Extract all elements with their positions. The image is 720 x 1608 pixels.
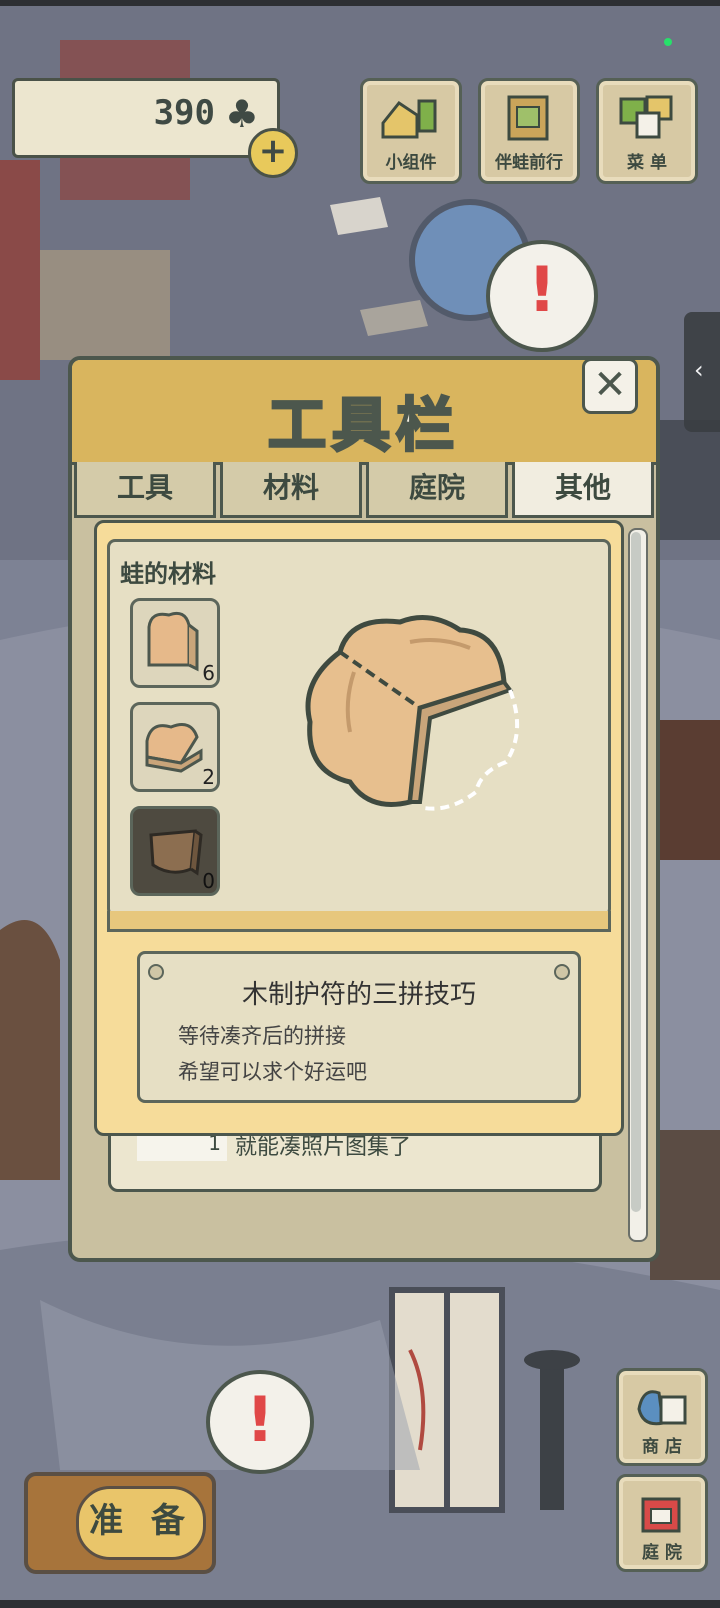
coin-amount: 390 xyxy=(153,93,215,133)
toolbar-panel: 工具栏 ✕ 工具 材料 庭院 其他 1 就能凑照片图集了 蛙的材料 6 2 0 … xyxy=(68,356,660,1262)
slot-count: 2 xyxy=(202,765,215,789)
menu-label: 菜 单 xyxy=(627,153,667,173)
shop-button[interactable]: 商 店 xyxy=(616,1368,708,1466)
alert-icon: ! xyxy=(527,253,557,326)
description-line: 希望可以求个好运吧 xyxy=(178,1060,367,1084)
panel-header: 工具栏 ✕ xyxy=(72,358,656,465)
widget-icon xyxy=(381,99,437,139)
tab-tools[interactable]: 工具 xyxy=(74,462,216,518)
tab-yard[interactable]: 庭院 xyxy=(366,462,508,518)
tab-bar: 工具 材料 庭院 其他 xyxy=(72,462,656,518)
panel-title: 工具栏 xyxy=(266,390,460,461)
yard-button[interactable]: 庭 院 xyxy=(616,1474,708,1572)
add-coins-button[interactable]: + xyxy=(248,128,298,178)
charm-piece-icon xyxy=(149,829,203,876)
shop-label: 商 店 xyxy=(642,1437,682,1457)
slot-count: 6 xyxy=(202,661,215,685)
close-button[interactable]: ✕ xyxy=(582,358,638,414)
divider xyxy=(107,911,611,932)
widget-button[interactable]: 小组件 xyxy=(360,78,462,184)
journey-icon xyxy=(507,95,549,141)
journey-label: 伴蛙前行 xyxy=(495,153,563,173)
scrollbar[interactable] xyxy=(628,528,648,1242)
shop-icon xyxy=(637,1390,687,1426)
material-slot[interactable]: 0 xyxy=(130,806,220,896)
coin-counter: 390 ♣ xyxy=(12,78,280,158)
wooden-charm-icon xyxy=(305,615,520,811)
item-description: 木制护符的三拼技巧 等待凑齐后的拼接 希望可以求个好运吧 xyxy=(137,951,581,1103)
material-viewer: 蛙的材料 6 2 0 xyxy=(107,539,611,917)
tab-other[interactable]: 其他 xyxy=(512,462,654,518)
description-line: 等待凑齐后的拼接 xyxy=(178,1024,346,1048)
status-dot xyxy=(664,38,672,46)
alert-bubble[interactable]: ! xyxy=(486,240,598,352)
alert-icon: ! xyxy=(245,1383,275,1456)
scrollbar-thumb[interactable] xyxy=(631,532,641,1212)
prepare-button[interactable]: 准 备 xyxy=(24,1472,216,1574)
prepare-label: 准 备 xyxy=(76,1486,206,1560)
item-detail-card: 蛙的材料 6 2 0 木制护符的三拼技巧 等待凑齐后的拼接 希望可以求个好运吧 xyxy=(94,520,624,1136)
charm-piece-icon xyxy=(147,611,199,672)
charm-piece-icon xyxy=(145,723,203,773)
widget-label: 小组件 xyxy=(385,153,437,173)
alert-bubble[interactable]: ! xyxy=(206,1370,314,1474)
menu-button[interactable]: 菜 单 xyxy=(596,78,698,184)
journey-button[interactable]: 伴蛙前行 xyxy=(478,78,580,184)
tab-materials[interactable]: 材料 xyxy=(220,462,362,518)
material-slot[interactable]: 2 xyxy=(130,702,220,792)
clover-icon: ♣ xyxy=(224,92,259,136)
yard-icon xyxy=(641,1497,681,1533)
section-label: 蛙的材料 xyxy=(120,560,216,588)
yard-label: 庭 院 xyxy=(642,1543,682,1563)
chevron-left-icon: ‹ xyxy=(694,356,704,384)
slot-count: 0 xyxy=(202,869,215,893)
material-slot[interactable]: 6 xyxy=(130,598,220,688)
side-drawer-handle[interactable]: ‹ xyxy=(684,312,720,432)
menu-icon xyxy=(619,95,673,139)
item-title: 木制护符的三拼技巧 xyxy=(241,980,476,1010)
